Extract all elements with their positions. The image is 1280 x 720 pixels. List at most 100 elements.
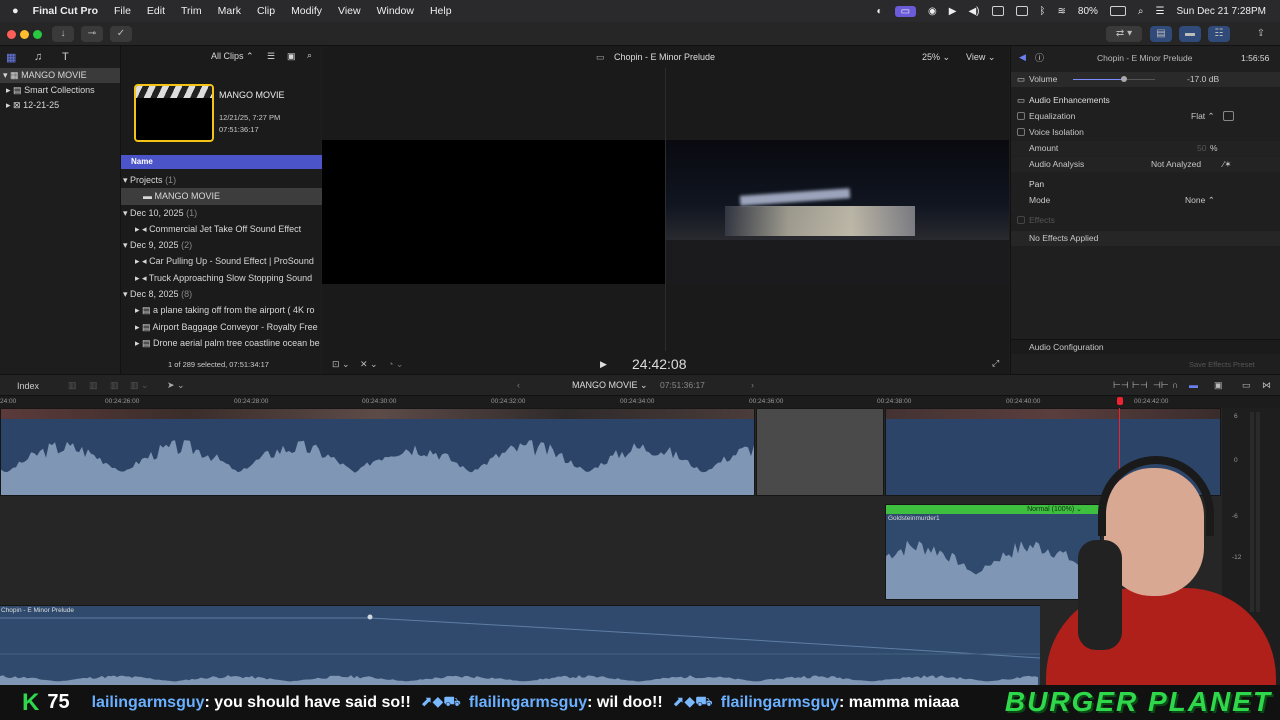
disclosure-closed-icon[interactable]: ▸ xyxy=(135,256,142,266)
list-item[interactable]: ▸ ▤ Drone aerial palm tree coastline oce… xyxy=(121,335,322,351)
voice-isolation-checkbox[interactable] xyxy=(1017,128,1025,136)
play-button[interactable]: ▶ xyxy=(600,359,607,370)
equalization-dropdown[interactable]: Flat ⌃ xyxy=(1191,109,1215,124)
info-inspector-icon[interactable]: ⓘ xyxy=(1035,51,1044,64)
equalization-checkbox[interactable] xyxy=(1017,112,1025,120)
filmstrip-view-icon[interactable]: ☰ xyxy=(267,51,275,62)
mode-dropdown[interactable]: None ⌃ xyxy=(1185,193,1215,208)
group-header[interactable]: ▾ Dec 10, 2025 (1) xyxy=(121,205,322,221)
clip-appearance-icon[interactable]: ▣ xyxy=(1214,380,1223,391)
disclosure-closed-icon[interactable]: ▸ xyxy=(135,305,142,315)
list-item[interactable]: ▸ ◂ Truck Approaching Slow Stopping Soun… xyxy=(121,270,322,286)
clip-appearance-icon[interactable]: ▣ xyxy=(287,51,296,62)
save-effects-preset-button[interactable]: Save Effects Preset xyxy=(1189,357,1255,372)
skimming-icon[interactable]: ⊢⊣ xyxy=(1113,380,1129,391)
disclosure-open-icon[interactable]: ▾ xyxy=(123,289,130,299)
volume-icon[interactable]: ◀) xyxy=(968,6,979,17)
group-header[interactable]: ▾ Dec 8, 2025 (8) xyxy=(121,286,322,302)
library-row[interactable]: ▾ ▦ MANGO MOVIE xyxy=(0,68,120,83)
select-tool-icon[interactable]: ➤ ⌄ xyxy=(167,380,185,391)
clock[interactable]: Sun Dec 21 7:28PM xyxy=(1177,6,1267,17)
wifi-icon[interactable]: ≋ xyxy=(1058,6,1066,17)
disclosure-open-icon[interactable]: ▾ xyxy=(123,208,130,218)
inspector-toggle[interactable]: ☷ xyxy=(1208,26,1230,42)
append-clip-icon[interactable]: ▥ xyxy=(68,380,77,391)
zoom-dropdown[interactable]: 25% ⌄ xyxy=(922,52,950,63)
menu-file[interactable]: File xyxy=(114,5,131,17)
list-item[interactable]: ▸ ◂ Commercial Jet Take Off Sound Effect xyxy=(121,221,322,237)
speed-icon[interactable]: ◔ ⌄ xyxy=(388,359,403,370)
search-icon[interactable]: ⌕ xyxy=(1138,6,1144,17)
playhead-marker[interactable] xyxy=(1117,397,1123,405)
battery-icon[interactable] xyxy=(1109,6,1126,16)
search-icon[interactable]: ⌕ xyxy=(307,50,312,61)
snapping-icon[interactable]: ▬ xyxy=(1189,380,1198,390)
clip-filter-dropdown[interactable]: All Clips ⌃ xyxy=(211,51,254,62)
control-center-icon[interactable]: ☰ xyxy=(1156,6,1165,17)
volume-slider[interactable] xyxy=(1073,76,1155,82)
zoom-window-button[interactable] xyxy=(33,30,42,39)
list-item[interactable]: ▬ MANGO MOVIE xyxy=(121,188,322,205)
display-icon[interactable] xyxy=(991,6,1004,16)
disclosure-closed-icon[interactable]: ▸ xyxy=(135,322,142,332)
timeline-clip[interactable] xyxy=(0,408,755,496)
sidebar-item-smart-collections[interactable]: ▸ ▤ Smart Collections xyxy=(0,83,120,98)
audio-enhancements-header[interactable]: ▭ Audio Enhancements xyxy=(1011,93,1280,108)
magic-wand-icon[interactable]: ⁄✶ xyxy=(1223,157,1232,172)
disclosure-closed-icon[interactable]: ▸ xyxy=(6,85,11,95)
effects-browser-icon[interactable]: ▭ xyxy=(1242,380,1251,391)
disclosure-closed-icon[interactable]: ▸ xyxy=(135,224,142,234)
viewer-options-icon[interactable]: ⊡ ⌄ xyxy=(332,359,350,370)
titles-icon[interactable]: T xyxy=(62,51,69,63)
timeline-tracks[interactable]: Normal (100%) ⌄ Goldsteinmurder1 Chopin … xyxy=(0,408,1280,685)
status-icon[interactable]: ◉ xyxy=(928,6,937,17)
view-dropdown[interactable]: View ⌄ xyxy=(966,52,995,63)
menu-help[interactable]: Help xyxy=(430,5,452,17)
music-clip[interactable]: Chopin - E Minor Prelude xyxy=(0,605,1040,685)
column-header-name[interactable]: Name xyxy=(121,155,322,169)
sidebar-item-event[interactable]: ▸ ⊠ 12-21-25 xyxy=(0,98,120,113)
menu-edit[interactable]: Edit xyxy=(147,5,165,17)
volume-value[interactable]: -17.0 dB xyxy=(1187,72,1219,87)
pan-header[interactable]: Pan xyxy=(1011,177,1280,192)
menu-clip[interactable]: Clip xyxy=(257,5,275,17)
overwrite-clip-icon[interactable]: ▥ ⌄ xyxy=(130,380,149,391)
timeline-toggle[interactable]: ▬ xyxy=(1179,26,1201,42)
list-item[interactable]: ▸ ▤ Airport Baggage Conveyor - Royalty F… xyxy=(121,319,322,335)
browser-toggle[interactable]: ▤ xyxy=(1150,26,1172,42)
disclosure-closed-icon[interactable]: ▸ xyxy=(135,338,142,348)
history-forward-icon[interactable]: › xyxy=(751,380,754,390)
background-tasks-button[interactable]: ✓ xyxy=(110,26,132,42)
menu-mark[interactable]: Mark xyxy=(218,5,241,17)
screen-record-icon[interactable]: ▭ xyxy=(894,5,917,17)
audio-configuration-row[interactable]: Audio Configuration xyxy=(1011,339,1280,354)
gap-clip[interactable] xyxy=(756,408,884,496)
list-item[interactable]: ▸ ▤ a plane taking off from the airport … xyxy=(121,302,322,318)
share-button[interactable]: ⇄ ▾ xyxy=(1106,26,1142,42)
status-icon[interactable]: ◐ xyxy=(877,6,883,17)
amount-value[interactable]: 50 xyxy=(1197,141,1206,156)
disclosure-open-icon[interactable]: ▾ xyxy=(123,175,130,185)
fullscreen-icon[interactable]: ⤢ xyxy=(992,358,999,369)
screen-icon[interactable] xyxy=(1015,6,1028,16)
effects-checkbox[interactable] xyxy=(1017,216,1025,224)
close-window-button[interactable] xyxy=(7,30,16,39)
disclosure-closed-icon[interactable]: ▸ xyxy=(6,100,11,110)
keywords-button[interactable]: ⊸ xyxy=(81,26,103,42)
insert-clip-icon[interactable]: ▥ xyxy=(89,380,98,391)
transform-icon[interactable]: ✕ ⌄ xyxy=(360,359,378,370)
index-button[interactable]: Index xyxy=(17,381,39,391)
solo-icon[interactable]: ⊣⊢ xyxy=(1153,380,1169,391)
menu-view[interactable]: View xyxy=(338,5,361,17)
headphones-icon[interactable]: ∩ xyxy=(1172,380,1178,390)
list-item[interactable]: ▸ ◂ Car Pulling Up - Sound Effect | ProS… xyxy=(121,253,322,269)
minimize-window-button[interactable] xyxy=(20,30,29,39)
play-icon[interactable]: ▶ xyxy=(949,6,957,17)
connect-clip-icon[interactable]: ▥ xyxy=(110,380,119,391)
transitions-icon[interactable]: ⋈ xyxy=(1262,380,1271,391)
audio-inspector-icon[interactable]: ◀ xyxy=(1019,52,1026,63)
volume-slider-knob[interactable] xyxy=(1120,76,1127,82)
app-menu[interactable]: Final Cut Pro xyxy=(33,5,98,17)
group-header[interactable]: ▾ Dec 9, 2025 (2) xyxy=(121,237,322,253)
disclosure-open-icon[interactable]: ▾ xyxy=(3,70,8,80)
